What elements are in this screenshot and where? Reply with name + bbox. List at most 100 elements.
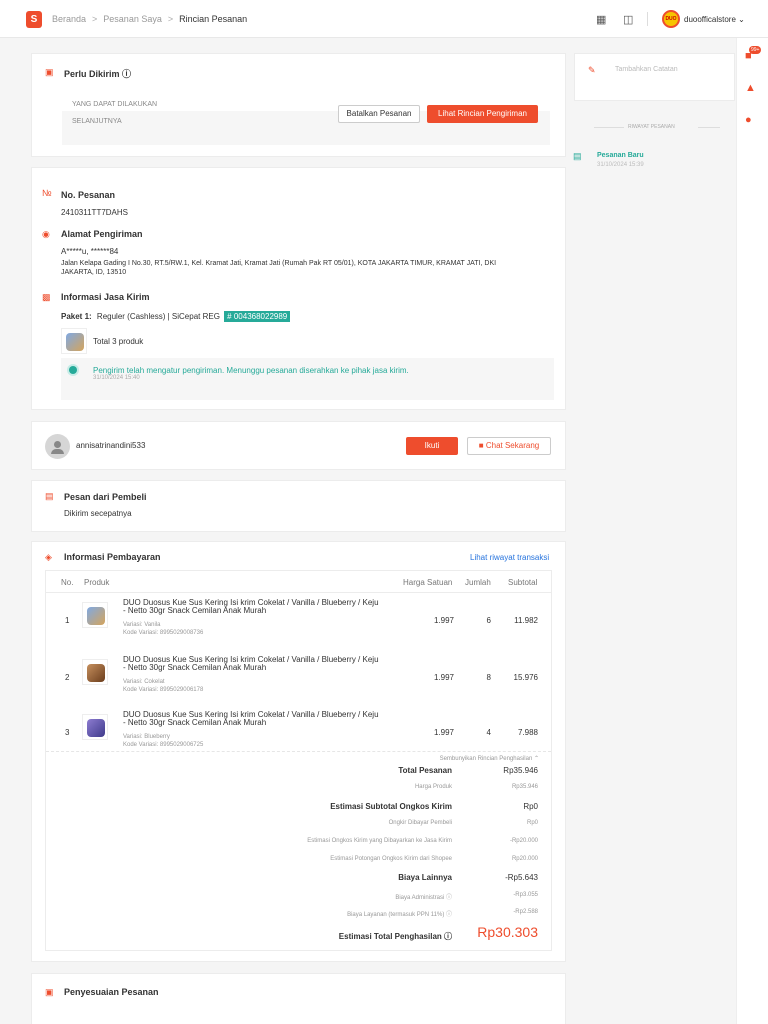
cancel-order-button[interactable]: Batalkan Pesanan (338, 105, 420, 123)
col-product: Produk (84, 578, 110, 587)
summary-row: Estimasi Ongkos Kirim yang Dibayarkan ke… (46, 838, 538, 852)
package-info: Reguler (Cashless) | SiCepat REG (96, 312, 220, 321)
row-no: 3 (65, 728, 70, 737)
store-avatar[interactable]: DUO (662, 10, 680, 28)
hide-income-details-toggle[interactable]: Sembunyikan Rincian Penghasilan ⌃ (440, 755, 539, 762)
summary-label: Biaya Layanan (termasuk PPN 11%) ⓘ (347, 912, 452, 918)
product-thumbnail (61, 328, 87, 354)
chat-icon[interactable]: ● (745, 114, 752, 126)
address-label: Alamat Pengiriman (61, 229, 143, 239)
message-icon: ▤ (45, 491, 54, 501)
order-number-icon: № (42, 188, 52, 198)
address-line-2: JAKARTA, ID, 13510 (61, 269, 127, 276)
buyer-message-text: Dikirim secepatnya (64, 509, 132, 518)
income-summary: Total Pesanan Rp35.946 Harga Produk Rp35… (46, 766, 538, 926)
history-event-time: 31/10/2024 15:39 (597, 162, 644, 168)
summary-row: Total Pesanan Rp35.946 (46, 766, 538, 782)
order-adjustment-card: ▣ Penyesuaian Pesanan (31, 973, 566, 1024)
history-event-icon: ▤ (573, 151, 582, 161)
chat-now-button[interactable]: ■ Chat Sekarang (467, 437, 551, 455)
info-icon[interactable]: ⓘ (122, 69, 131, 79)
product-variant: Variasi: Cokelat (123, 679, 165, 685)
payment-icon: ◈ (45, 552, 52, 562)
breadcrumb: Beranda > Pesanan Saya > Rincian Pesanan (52, 14, 247, 24)
table-header: No. Produk Harga Satuan Jumlah Subtotal (46, 571, 551, 593)
unit-price: 1.997 (433, 728, 454, 737)
status-dot-icon (69, 366, 77, 374)
package-row: Paket 1: Reguler (Cashless) | SiCepat RE… (61, 311, 291, 322)
product-name-2: - Netto 30gr Snack Cemilan Anak Murah (123, 663, 267, 672)
shopee-logo-icon[interactable]: S (26, 11, 42, 28)
chevron-down-icon: ⌄ (738, 15, 745, 24)
shipping-status-message: Pengirim telah mengatur pengiriman. Menu… (93, 366, 409, 375)
summary-value: -Rp3.055 (513, 892, 538, 898)
estimated-total-row: Estimasi Total Penghasilan ⓘ Rp30.303 (46, 924, 538, 948)
summary-label: Harga Produk (414, 784, 452, 790)
product-image[interactable] (82, 714, 108, 740)
total-products: Total 3 produk (93, 337, 144, 346)
summary-row: Harga Produk Rp35.946 (46, 784, 538, 798)
package-label: Paket 1: (61, 312, 92, 321)
product-variant: Variasi: Blueberry (123, 734, 170, 740)
breadcrumb-home[interactable]: Beranda (52, 14, 86, 24)
shipping-status-box: Pengirim telah mengatur pengiriman. Menu… (61, 358, 554, 400)
summary-value: -Rp5.643 (505, 873, 538, 882)
adjustment-title: Penyesuaian Pesanan (64, 987, 159, 997)
transaction-history-link[interactable]: Lihat riwayat transaksi (470, 553, 549, 562)
col-qty: Jumlah (465, 578, 491, 587)
book-icon[interactable]: ◫ (623, 13, 633, 26)
summary-row: Estimasi Subtotal Ongkos Kirim Rp0 (46, 802, 538, 818)
view-shipping-button[interactable]: Lihat Rincian Pengiriman (427, 105, 538, 123)
summary-value: -Rp2.588 (513, 909, 538, 915)
product-name-2: - Netto 30gr Snack Cemilan Anak Murah (123, 718, 267, 727)
summary-value: Rp35.946 (511, 784, 538, 790)
summary-value: Rp0 (523, 802, 538, 811)
order-number-label: No. Pesanan (61, 190, 116, 200)
buyer-username[interactable]: annisatrinandini533 (76, 441, 145, 450)
add-note-placeholder[interactable]: Tambahkan Catatan (615, 66, 678, 73)
breadcrumb-current: Rincian Pesanan (179, 14, 248, 24)
subtotal: 7.988 (517, 728, 538, 737)
buyer-message-card: ▤ Pesan dari Pembeli Dikirim secepatnya (31, 480, 566, 532)
col-subtotal: Subtotal (508, 578, 538, 587)
tracking-number[interactable]: # 004368022989 (224, 311, 291, 322)
notification-badge: 99+ (749, 46, 762, 54)
summary-row: Ongkir Dibayar Pembeli Rp0 (46, 820, 538, 834)
unit-price: 1.997 (433, 616, 454, 625)
order-status-title: Perlu Dikirim ⓘ (64, 69, 132, 79)
adjustment-icon: ▣ (45, 987, 54, 997)
subtotal: 11.982 (514, 616, 538, 625)
promo-icon[interactable]: ▲ (745, 82, 756, 94)
store-name[interactable]: duoofficalstore ⌄ (684, 15, 745, 24)
notes-panel[interactable]: ✎ Tambahkan Catatan (574, 53, 735, 101)
subtotal: 15.976 (513, 673, 538, 682)
chat-icon: ■ (478, 441, 484, 450)
quantity: 4 (486, 728, 491, 737)
summary-label: Ongkir Dibayar Pembeli (388, 820, 452, 826)
row-no: 1 (65, 616, 70, 625)
quantity: 8 (486, 673, 491, 682)
quantity: 6 (486, 616, 491, 625)
summary-label: Estimasi Ongkos Kirim yang Dibayarkan ke… (307, 838, 452, 844)
product-image[interactable] (82, 602, 108, 628)
variant-code: Kode Variasi: 8995029006178 (123, 687, 204, 693)
truck-icon: ▩ (42, 292, 51, 302)
divider (698, 127, 720, 128)
right-sidebar: ■ 99+ ▲ ● (736, 38, 768, 1024)
note-edit-icon: ✎ (588, 65, 596, 75)
summary-value: Rp35.946 (503, 766, 538, 775)
product-image[interactable] (82, 659, 108, 685)
courier-label: Informasi Jasa Kirim (61, 292, 150, 302)
follow-button[interactable]: Ikuti (406, 437, 458, 455)
buyer-avatar (45, 434, 70, 459)
table-row: 3 DUO Duosus Kue Sus Kering Isi krim Cok… (46, 708, 551, 760)
breadcrumb-my-orders[interactable]: Pesanan Saya (103, 14, 162, 24)
address-line-1: Jalan Kelapa Gading I No.30, RT.5/RW.1, … (61, 260, 497, 267)
table-row: 1 DUO Duosus Kue Sus Kering Isi krim Cok… (46, 596, 551, 648)
chevron-up-icon: ⌃ (533, 756, 539, 762)
summary-row: Biaya Lainnya -Rp5.643 (46, 873, 538, 889)
apps-grid-icon[interactable]: ▦ (596, 13, 606, 26)
order-history-title: RIWAYAT PESANAN (628, 124, 675, 130)
row-no: 2 (65, 673, 70, 682)
summary-label: Biaya Administrasi ⓘ (395, 895, 452, 901)
